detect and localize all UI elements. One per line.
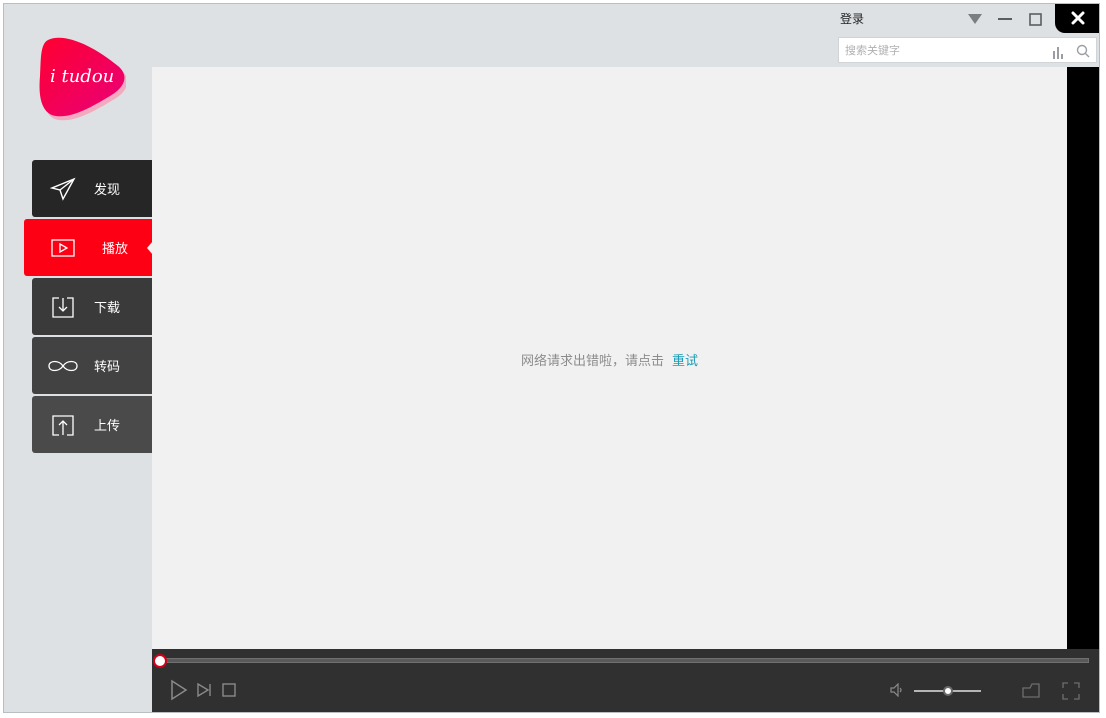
network-error-message: 网络请求出错啦，请点击 重试 [152, 350, 1067, 369]
menu-dropdown-icon[interactable] [964, 10, 986, 28]
mini-mode-icon[interactable] [1022, 682, 1040, 698]
hot-ranking-icon[interactable] [1052, 44, 1064, 63]
video-display-area: 网络请求出错啦，请点击 重试 [152, 67, 1067, 651]
sidebar-item-label: 下载 [94, 301, 121, 316]
fullscreen-icon[interactable] [1062, 682, 1080, 700]
minimize-icon[interactable] [994, 10, 1016, 28]
login-link[interactable]: 登录 [840, 10, 864, 27]
maximize-icon[interactable] [1024, 10, 1046, 28]
sidebar-item-label: 上传 [94, 419, 121, 434]
search-icon[interactable] [1076, 43, 1090, 62]
sidebar-item-download[interactable]: 下载 [32, 278, 152, 335]
tudou-logo: i tudou [34, 32, 128, 124]
volume-handle[interactable] [942, 686, 953, 696]
search-box [838, 37, 1097, 63]
play-icon[interactable] [170, 679, 188, 701]
progress-handle[interactable] [153, 654, 167, 668]
next-track-icon[interactable] [197, 683, 212, 697]
player-control-bar [152, 649, 1099, 712]
stop-icon[interactable] [222, 683, 236, 697]
sidebar-item-discover[interactable]: 发现 [32, 160, 152, 217]
sidebar-item-label: 播放 [102, 242, 129, 257]
close-icon[interactable] [1055, 4, 1099, 33]
retry-link[interactable]: 重试 [672, 354, 698, 369]
app-window: i tudou 发现 播放 下载 转码 上传 登录 搜索关键字 网络请求出错啦，… [3, 3, 1100, 713]
sidebar-item-label: 转码 [94, 360, 121, 375]
progress-bar[interactable] [160, 658, 1089, 663]
sidebar-item-label: 发现 [94, 183, 121, 198]
sidebar-item-transcode[interactable]: 转码 [32, 337, 152, 394]
search-input[interactable] [845, 41, 1035, 59]
upload-icon [32, 414, 94, 436]
send-icon [32, 177, 94, 201]
volume-icon[interactable] [890, 683, 904, 697]
logo-text: i tudou [50, 66, 114, 87]
play-square-icon [24, 238, 102, 257]
error-text: 网络请求出错啦，请点击 [520, 354, 664, 369]
sidebar-item-play[interactable]: 播放 [24, 219, 153, 276]
infinity-icon [32, 358, 94, 374]
sidebar-item-upload[interactable]: 上传 [32, 396, 152, 453]
side-panel [1067, 67, 1099, 651]
download-icon [32, 296, 94, 318]
